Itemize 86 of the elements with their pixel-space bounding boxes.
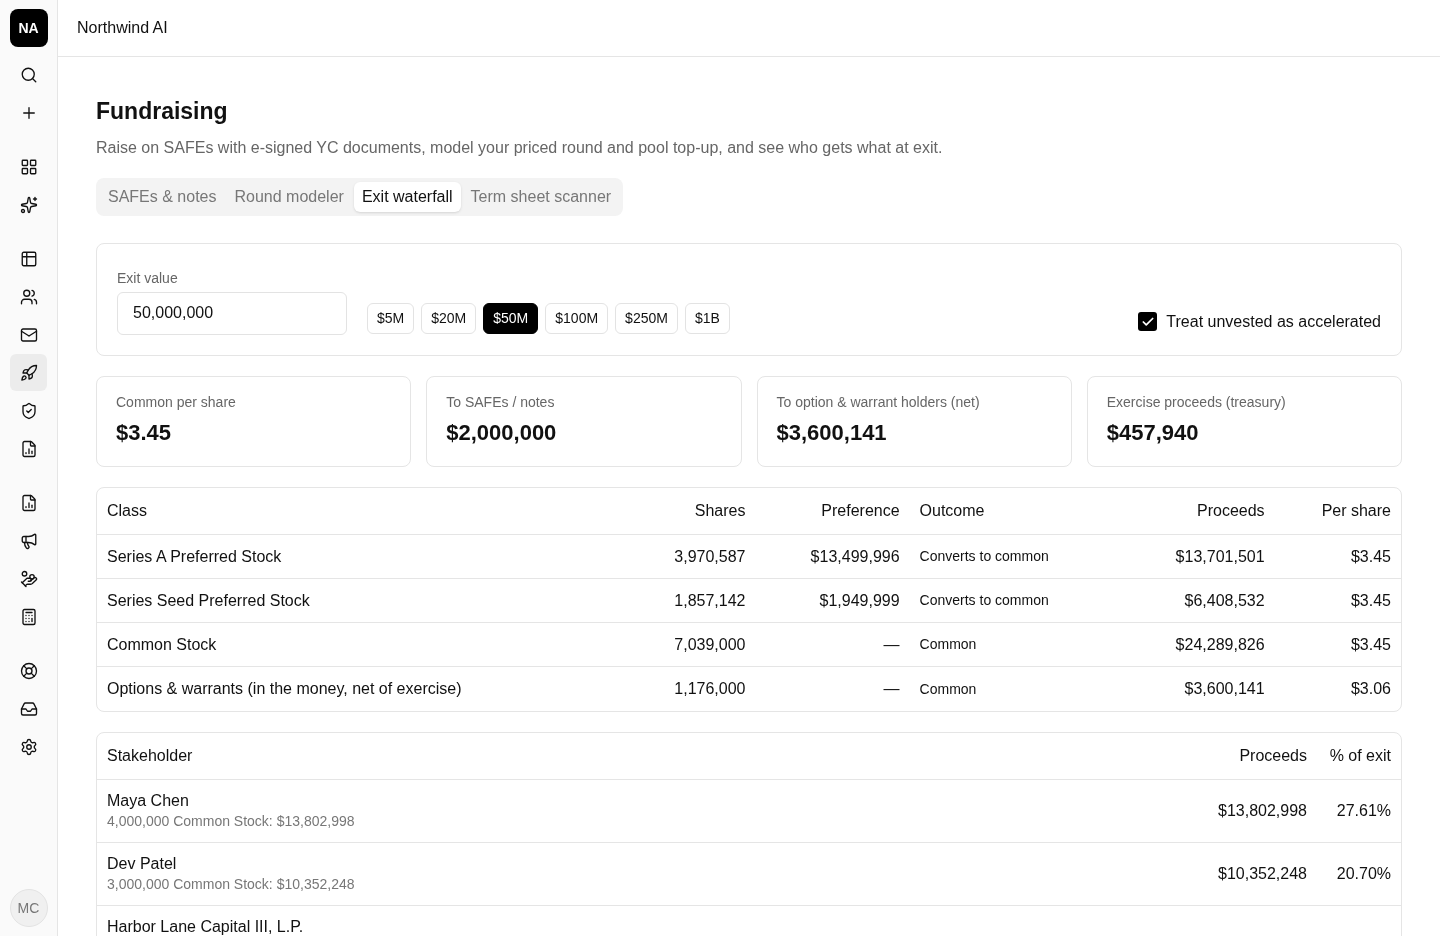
preset-button[interactable]: $100M [545, 302, 609, 334]
table-cell: — [755, 622, 910, 667]
stat-value: $3.45 [116, 418, 173, 447]
stat-label: To option & warrant holders (net) [776, 392, 981, 412]
table-cell: Series A Preferred Stock [97, 534, 627, 579]
table-cell: $3.45 [1274, 534, 1401, 579]
stakeholder-detail: 3,000,000 Common Stock: $10,352,248 [107, 874, 356, 894]
accelerate-checkbox[interactable] [1138, 312, 1158, 332]
column-header: Preference [755, 487, 910, 535]
column-header: Class [97, 487, 627, 535]
column-header: Proceeds [1238, 745, 1307, 766]
calculator-icon [19, 607, 38, 626]
stakeholder-name: Maya Chen [107, 790, 190, 811]
shield-check-icon [19, 401, 38, 420]
table-cell-text: 27.61% [1335, 800, 1391, 821]
column-header: Proceeds [1120, 487, 1275, 535]
table-cell: $24,289,826 [1120, 622, 1275, 667]
preset-button[interactable]: $50M [483, 302, 539, 334]
mail-icon [19, 325, 38, 344]
hand-coins-icon [19, 569, 38, 588]
tab[interactable]: Exit waterfall [353, 181, 461, 212]
table-cell-text: 20.70% [1335, 863, 1391, 884]
preset-button[interactable]: $5M [367, 302, 415, 334]
stat-label: Common per share [116, 392, 237, 412]
column-header: Outcome [909, 487, 1121, 535]
table-cell: Common [909, 666, 1121, 711]
table-cell: $3.45 [1274, 578, 1401, 623]
table-cell: 1,176,000 [626, 666, 756, 711]
megaphone-icon [19, 531, 38, 550]
inbox-icon [19, 699, 38, 718]
table-icon [19, 249, 38, 268]
workspace-title: Northwind AI [77, 18, 168, 38]
nav-button[interactable] [10, 354, 47, 391]
table-cell: Converts to common [909, 578, 1121, 623]
field-label: Exit value [117, 268, 179, 288]
users-icon [19, 287, 38, 306]
table-cell: Common [909, 622, 1121, 667]
column-header: Shares [626, 487, 756, 535]
table-cell: $1,949,999 [755, 578, 910, 623]
table-cell: Options & warrants (in the money, net of exercise) [97, 666, 627, 711]
search-icon [19, 65, 38, 84]
stat-label: To SAFEs / notes [446, 392, 556, 412]
stat-value: $457,940 [1106, 418, 1200, 447]
tab[interactable]: Round modeler [226, 181, 352, 212]
column-header: Stakeholder [107, 745, 194, 766]
table-cell: Converts to common [909, 534, 1121, 579]
table-cell: $3.45 [1274, 622, 1401, 667]
file-chart-icon [19, 439, 38, 458]
column-header: % of exit [1328, 745, 1391, 766]
page-subtitle: Raise on SAFEs with e-signed YC documents, model your priced round and pool top-up, and see who gets what at exit. [96, 137, 944, 158]
workspace-avatar[interactable]: NA [9, 9, 48, 47]
preset-button[interactable]: $1B [684, 302, 730, 334]
stat-value: $3,600,141 [776, 418, 888, 447]
stat-label: Exercise proceeds (treasury) [1106, 392, 1287, 412]
preset-button[interactable]: $20M [421, 302, 477, 334]
grid-icon [19, 157, 38, 176]
stakeholder-name: Harbor Lane Capital III, L.P. [107, 916, 305, 936]
settings-icon [19, 737, 38, 756]
table-cell-text: $13,802,998 [1217, 800, 1307, 821]
stakeholder-detail: 4,000,000 Common Stock: $13,802,998 [107, 811, 356, 831]
sparkles-icon [19, 195, 38, 214]
exit-value-input[interactable]: 50,000,000 [117, 291, 347, 335]
table-cell: 7,039,000 [626, 622, 756, 667]
table-cell: $3,600,141 [1120, 666, 1275, 711]
table-cell: $3.06 [1274, 666, 1401, 711]
tab[interactable]: Term sheet scanner [462, 181, 620, 212]
preset-button[interactable]: $250M [615, 302, 678, 334]
checkbox-label: Treat unvested as accelerated [1166, 311, 1381, 332]
stakeholder-name: Dev Patel [107, 853, 178, 874]
page-title: Fundraising [96, 97, 229, 126]
table-cell: 3,970,587 [626, 534, 756, 579]
table-cell: Common Stock [97, 622, 627, 667]
column-header: Per share [1274, 487, 1401, 535]
user-avatar[interactable]: MC [9, 889, 48, 927]
tab[interactable]: SAFEs & notes [100, 181, 225, 212]
table-cell: Series Seed Preferred Stock [97, 578, 627, 623]
table-cell: $6,408,532 [1120, 578, 1275, 623]
table-cell-text: $10,352,248 [1217, 863, 1307, 884]
table-cell: $13,499,996 [755, 534, 910, 579]
file-chart-icon [19, 493, 38, 512]
lifebuoy-icon [19, 661, 38, 680]
table-cell: — [755, 666, 910, 711]
table-cell: $13,701,501 [1120, 534, 1275, 579]
rocket-icon [19, 363, 38, 382]
table-cell: 1,857,142 [626, 578, 756, 623]
stat-value: $2,000,000 [446, 418, 558, 447]
